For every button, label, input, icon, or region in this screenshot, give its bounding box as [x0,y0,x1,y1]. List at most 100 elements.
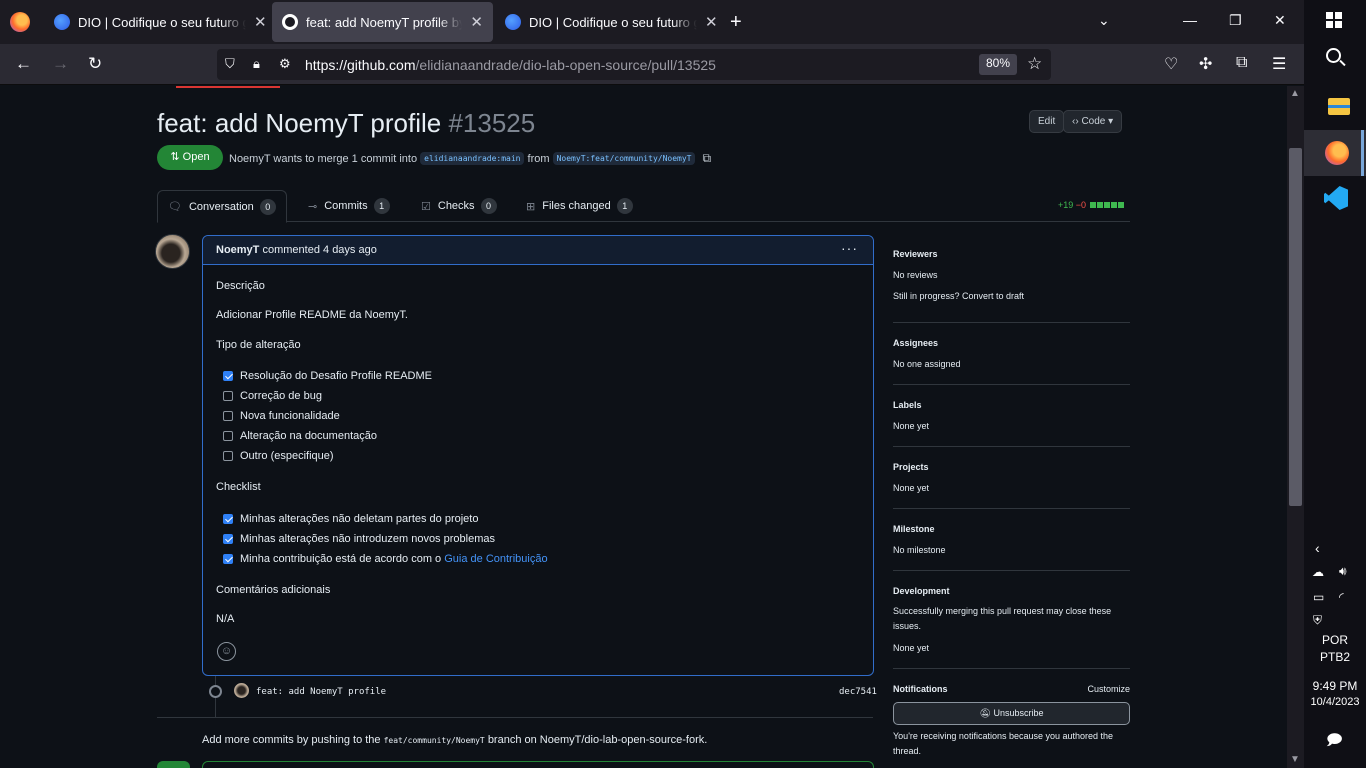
commit-sha[interactable]: dec7541 [839,687,877,697]
search-icon[interactable] [1326,48,1341,63]
notification-reason: You're receiving notifications because y… [893,731,1114,756]
page-title: feat: add NoemyT profile #13525 [157,108,535,139]
permissions-icon[interactable]: ⚙ [279,56,291,72]
tab-checks[interactable]: ☑ Checks 0 [411,190,507,222]
task-label: Resolução do Desafio Profile README [240,370,432,382]
pocket-icon[interactable]: ♡ [1164,54,1178,74]
vscode-icon[interactable] [1324,186,1348,210]
github-icon [282,14,298,30]
commit-author-avatar[interactable] [234,683,249,698]
merge-box [202,761,874,768]
extension-icon[interactable]: ✣ [1199,54,1212,74]
checkbox-icon[interactable] [223,451,233,461]
url-bar[interactable]: ⛉ 🔒︎ ⚙ https://github.com/elidianaandrad… [217,49,1051,80]
windows-taskbar: ‹ ☁ 🔊︎ ▭ ◜ ⛨ POR PTB2 9:49 PM 10/4/2023 … [1304,0,1366,768]
checkbox-checked-icon[interactable] [223,534,233,544]
browser-tab-github[interactable]: feat: add NoemyT profile by NoemyT ✕ [272,2,493,42]
copy-icon[interactable]: ⧉ [703,151,712,165]
shield-icon[interactable]: ⛉ [225,56,235,72]
show-hidden-icons-icon[interactable]: ‹ [1315,540,1320,556]
checkbox-icon[interactable] [223,391,233,401]
heading-comments: Comentários adicionais [216,584,331,596]
sidebar-value: No milestone [893,545,946,555]
input-language[interactable]: POR PTB2 [1304,633,1366,664]
forward-icon[interactable]: → [52,54,69,74]
sidebar-heading[interactable]: Labels [893,400,922,410]
tab-files-changed[interactable]: ⊞ Files changed 1 [516,190,643,222]
back-icon[interactable]: ← [15,54,32,74]
comment-author[interactable]: NoemyT [216,244,259,256]
sidebar-heading[interactable]: Reviewers [893,249,938,259]
reload-icon[interactable]: ↻ [88,54,102,74]
task-item: Alteração na documentação [223,430,377,442]
defender-shield-icon[interactable]: ⛨ [1313,613,1322,628]
bookmark-star-icon[interactable]: ☆ [1027,54,1042,74]
scrollbar-thumb[interactable] [1289,148,1302,506]
status-badge: ⇅ Open [157,145,223,170]
browser-tab-dio-2[interactable]: DIO | Codifique o seu futuro global ✕ [495,2,728,42]
restore-icon[interactable]: ❐ [1229,12,1242,29]
close-tab-icon[interactable]: ✕ [705,13,718,31]
lock-icon[interactable]: 🔒︎ [253,56,260,72]
tab-commits[interactable]: ⊸ Commits 1 [298,190,400,222]
onedrive-cloud-icon[interactable]: ☁ [1312,565,1324,579]
code-button[interactable]: ‹› Code ▾ [1063,110,1123,133]
close-window-icon[interactable]: ✕ [1274,12,1286,29]
zoom-level[interactable]: 80% [979,54,1018,75]
checkbox-checked-icon[interactable] [223,554,233,564]
file-explorer-icon[interactable] [1328,98,1350,115]
close-tab-icon[interactable]: ✕ [470,13,483,31]
checkbox-checked-icon[interactable] [223,371,233,381]
tab-conversation[interactable]: 🗨︎ Conversation 0 [157,190,287,223]
commit-message[interactable]: feat: add NoemyT profile [256,687,386,697]
unsubscribe-button[interactable]: 🔕︎ Unsubscribe [893,702,1130,725]
url-text[interactable]: https://github.com/elidianaandrade/dio-l… [305,57,716,73]
firefox-icon[interactable] [1325,141,1349,165]
new-tab-button[interactable]: + [730,11,742,34]
extensions-icon[interactable]: ⧉ [1236,54,1247,72]
browser-nav-bar: ← → ↻ ⛉ 🔒︎ ⚙ https://github.com/elidiana… [0,44,1304,85]
sidebar-heading[interactable]: Milestone [893,524,935,534]
clock[interactable]: 9:49 PM 10/4/2023 [1304,679,1366,708]
customize-link[interactable]: Customize [1087,684,1130,694]
contribution-guide-link[interactable]: Guia de Contribuição [444,553,547,565]
edit-button[interactable]: Edit [1029,110,1065,133]
comment-time[interactable]: 4 days ago [323,244,377,256]
firefox-menu-icon[interactable] [10,12,30,32]
additions: +19 [1058,200,1074,210]
sidebar-divider [893,446,1130,447]
sidebar-heading[interactable]: Projects [893,462,929,472]
checkbox-icon[interactable] [223,411,233,421]
task-label: Outro (especifique) [240,450,334,462]
heading-description: Descrição [216,280,265,292]
list-all-tabs-icon[interactable]: ⌄ [1098,12,1110,29]
sidebar-heading[interactable]: Assignees [893,338,938,348]
head-branch[interactable]: NoemyT:feat/community/NoemyT [552,152,696,165]
add-reaction-icon[interactable]: ☺ [217,642,236,661]
browser-tab-dio-1[interactable]: DIO | Codifique o seu futuro global ✕ [44,2,277,42]
scroll-down-icon[interactable]: ▼ [1290,754,1300,765]
wifi-icon[interactable]: ◜ [1339,590,1344,604]
minimize-icon[interactable]: — [1183,12,1197,28]
deletions: −0 [1075,200,1087,210]
checkbox-icon[interactable] [223,431,233,441]
heading-checklist: Checklist [216,481,261,493]
avatar[interactable] [155,234,190,269]
push-hint-branch: feat/community/NoemyT [383,736,485,745]
base-branch[interactable]: elidianaandrade:main [420,152,525,165]
kebab-menu-icon[interactable]: ··· [841,240,858,256]
windows-start-icon[interactable] [1326,12,1342,28]
convert-to-draft-link[interactable]: Still in progress? Convert to draft [893,291,1024,301]
file-diff-icon: ⊞ [526,200,536,213]
sidebar-heading[interactable]: Development [893,586,950,596]
volume-icon[interactable]: 🔊︎ [1339,564,1347,579]
checkbox-checked-icon[interactable] [223,514,233,524]
notifications-icon[interactable]: 🗩︎ [1326,730,1343,755]
commit-node-icon [209,685,222,698]
hamburger-menu-icon[interactable]: ☰ [1272,54,1286,74]
tab-counter: 0 [480,198,497,214]
scroll-up-icon[interactable]: ▲ [1290,88,1300,99]
description-text: Adicionar Profile README da NoemyT. [216,309,408,321]
battery-icon[interactable]: ▭ [1313,590,1324,604]
close-tab-icon[interactable]: ✕ [254,13,267,31]
